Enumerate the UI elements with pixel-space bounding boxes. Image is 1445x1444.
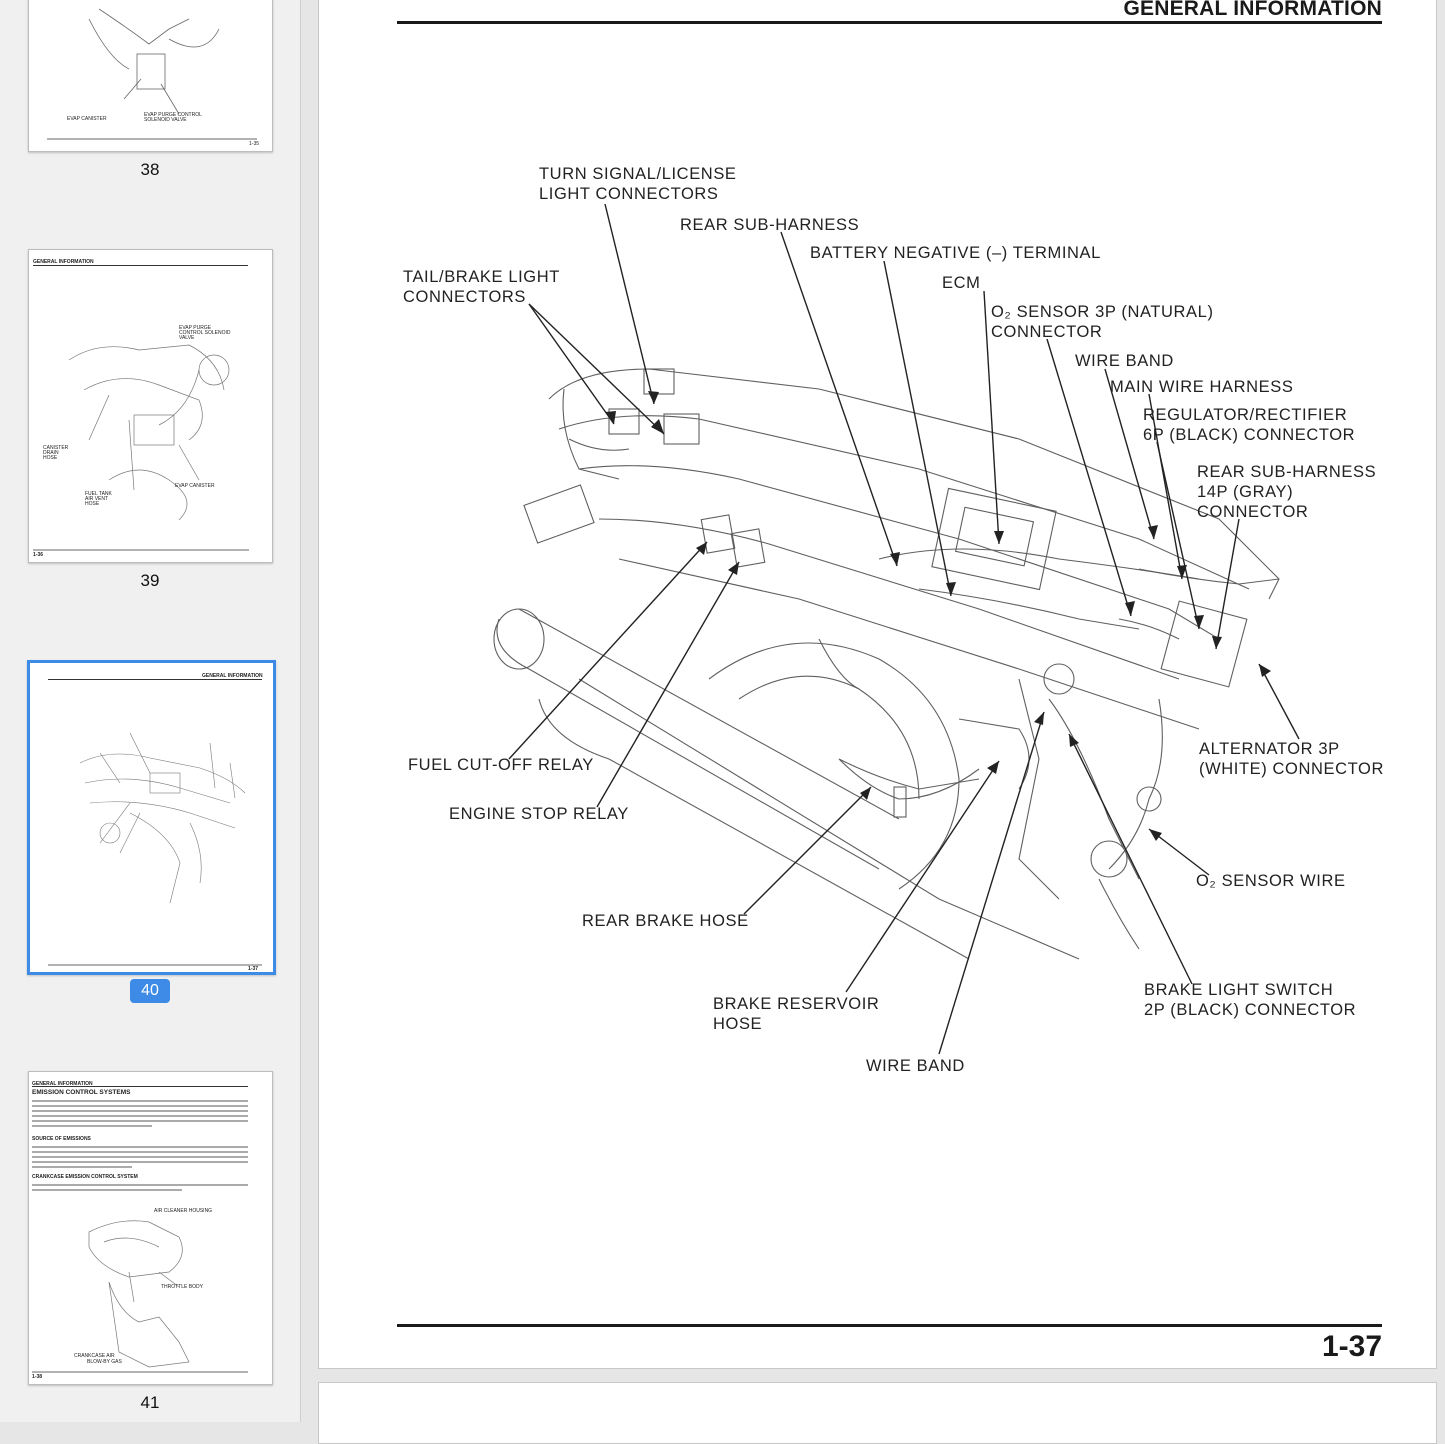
thumb-page-label: 1-35 — [249, 141, 260, 147]
page-number: 1-37 — [1321, 1330, 1382, 1363]
thumb-label: CANISTER DRAIN HOSE — [43, 445, 69, 461]
label-tail-brake-connectors: TAIL/BRAKE LIGHT CONNECTORS — [403, 268, 560, 306]
document-viewer[interactable]: GENERAL INFORMATION TURN SIGNAL/LICENSE … — [301, 0, 1445, 1444]
thumb-label: EVAP CANISTER — [175, 483, 215, 489]
thumbnail-page-39[interactable]: GENERAL INFORMATION EVAP PURGE CONTROL S… — [28, 249, 273, 563]
footer-rule — [397, 1324, 1382, 1327]
label-wire-band-bottom: WIRE BAND — [866, 1057, 965, 1075]
label-alternator-connector: ALTERNATOR 3P (WHITE) CONNECTOR — [1199, 740, 1384, 778]
thumbnail-number: 41 — [140, 1393, 160, 1412]
thumbnail-38-diagram — [47, 8, 257, 140]
thumb-label: EVAP CANISTER — [67, 116, 107, 122]
label-turn-signal-connectors: TURN SIGNAL/LICENSE LIGHT CONNECTORS — [539, 165, 737, 203]
document-page: GENERAL INFORMATION TURN SIGNAL/LICENSE … — [318, 0, 1437, 1369]
label-o2-sensor-wire: O₂ SENSOR WIRE — [1196, 872, 1346, 890]
thumb-label: AIR CLEANER HOUSING — [154, 1208, 213, 1214]
label-brake-light-switch: BRAKE LIGHT SWITCH 2P (BLACK) CONNECTOR — [1144, 981, 1357, 1019]
thumbnail-number-selected: 40 — [0, 979, 300, 1003]
thumbnail-39-diagram — [33, 344, 249, 551]
thumb-label: EVAP PURGE CONTROL SOLENOID VALVE — [179, 325, 231, 341]
thumbnail-41-diagram — [32, 1220, 248, 1373]
thumbnail-sidebar[interactable]: EVAP CANISTER EVAP PURGE CONTROL SOLENOI… — [0, 0, 301, 1422]
label-rear-sub-harness: REAR SUB-HARNESS — [680, 216, 860, 234]
thumb-page-label: 1-36 — [33, 552, 44, 558]
thumb-label: THROTTLE BODY — [161, 1284, 203, 1290]
thumbnail-40-diagram — [48, 732, 262, 966]
thumbnail-page-40[interactable]: GENERAL INFORMATION 1-37 — [27, 660, 276, 975]
label-wire-band-top: WIRE BAND — [1075, 352, 1174, 370]
label-rear-sub-harness-14p: REAR SUB-HARNESS 14P (GRAY) CONNECTOR — [1197, 463, 1377, 521]
label-ecm: ECM — [942, 274, 981, 292]
label-battery-negative-terminal: BATTERY NEGATIVE (–) TERMINAL — [810, 244, 1101, 262]
thumbnail-page-41[interactable]: GENERAL INFORMATION EMISSION CONTROL SYS… — [28, 1071, 273, 1385]
thumbnail-page-38[interactable]: EVAP CANISTER EVAP PURGE CONTROL SOLENOI… — [28, 0, 273, 152]
label-fuel-cutoff-relay: FUEL CUT-OFF RELAY — [408, 756, 594, 774]
label-o2-sensor-connector: O₂ SENSOR 3P (NATURAL) CONNECTOR — [991, 303, 1214, 341]
thumb-page-label: 1-38 — [32, 1374, 43, 1380]
next-document-page — [318, 1382, 1437, 1444]
thumb-label: BLOW-BY GAS — [87, 1359, 122, 1365]
label-brake-reservoir-hose: BRAKE RESERVOIR HOSE — [713, 995, 880, 1033]
thumb-page-label: 1-37 — [248, 966, 259, 972]
label-rear-brake-hose: REAR BRAKE HOSE — [582, 912, 749, 930]
thumbnail-number: 38 — [140, 160, 160, 179]
wiring-diagram — [493, 203, 1300, 1055]
label-engine-stop-relay: ENGINE STOP RELAY — [449, 805, 629, 823]
label-main-wire-harness: MAIN WIRE HARNESS — [1110, 378, 1294, 396]
thumbnail-number: 39 — [140, 571, 160, 590]
thumb-label: FUEL TANK AIR VENT HOSE — [85, 491, 112, 507]
label-regulator-rectifier: REGULATOR/RECTIFIER 6P (BLACK) CONNECTOR — [1143, 406, 1356, 444]
thumb-label: EVAP PURGE CONTROL SOLENOID VALVE — [144, 112, 202, 123]
